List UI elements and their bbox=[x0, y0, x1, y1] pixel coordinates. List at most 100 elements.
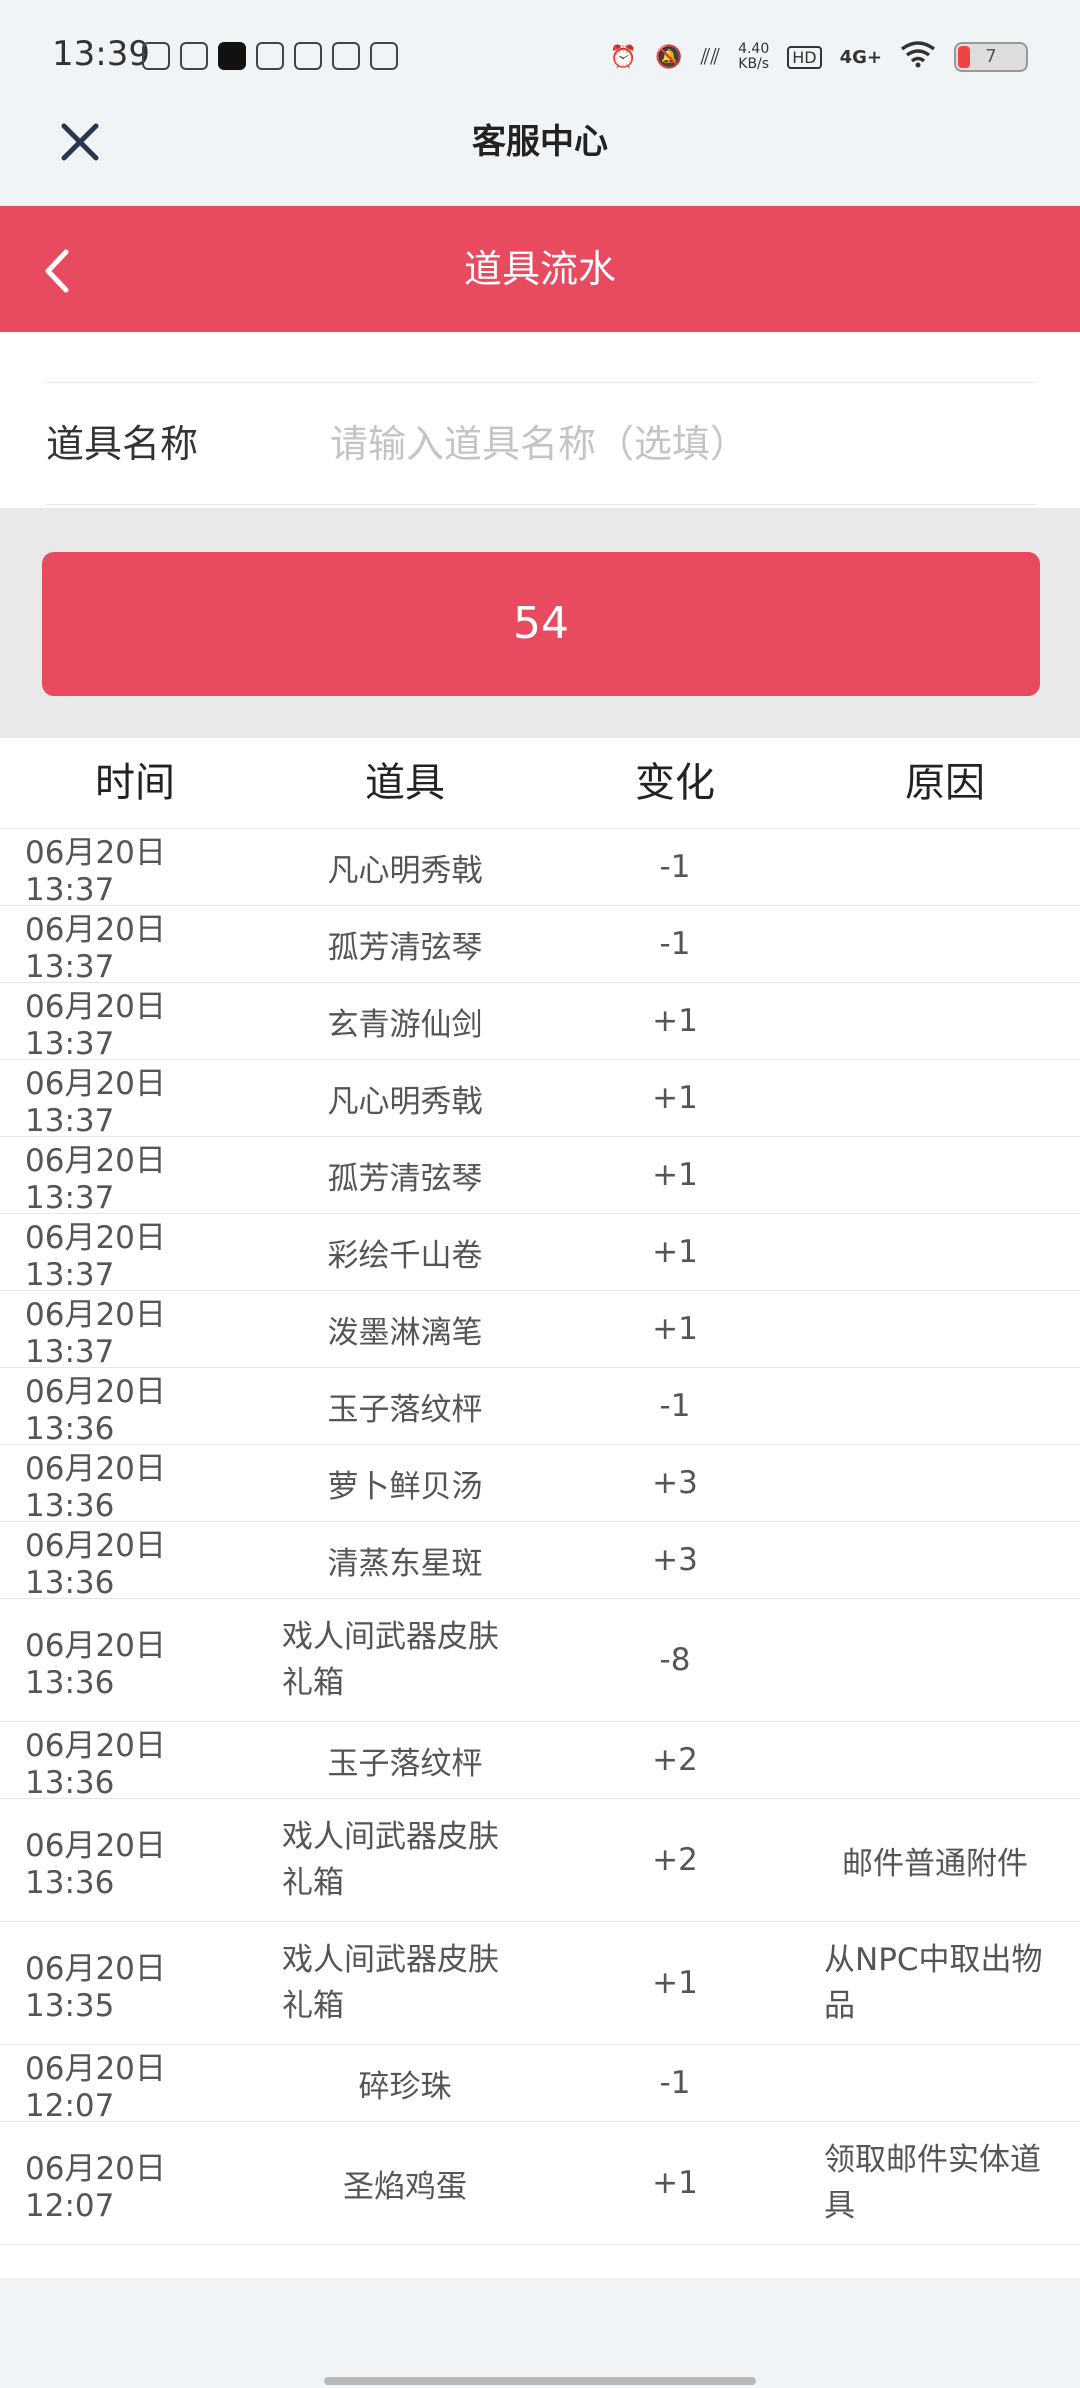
cell-change: +2 bbox=[652, 1742, 698, 1778]
cell-item: 戏人间武器皮肤礼箱 bbox=[282, 1819, 499, 1901]
cell-item: 凡心明秀戟 bbox=[327, 852, 483, 889]
cell-change: -1 bbox=[659, 849, 691, 885]
cell-reason bbox=[810, 906, 1060, 982]
query-button[interactable]: 54 bbox=[42, 552, 1040, 696]
cell-item: 孤芳清弦琴 bbox=[327, 929, 483, 966]
wifi-icon bbox=[900, 40, 936, 74]
nav-bar: 道具流水 bbox=[0, 206, 1080, 332]
cell-time: 06月20日 13:37 bbox=[25, 988, 166, 1062]
app-notification-icon bbox=[332, 42, 360, 70]
item-name-input[interactable] bbox=[330, 414, 1030, 474]
cell-change: -8 bbox=[659, 1642, 691, 1678]
table-row[interactable]: 06月20日 12:07 圣焰鸡蛋 +1 领取邮件实体道具 bbox=[0, 2122, 1080, 2245]
cell-item: 圣焰鸡蛋 bbox=[343, 2168, 467, 2205]
cell-reason bbox=[810, 1599, 1060, 1721]
item-name-label: 道具名称 bbox=[46, 422, 199, 466]
cell-reason bbox=[810, 1291, 1060, 1367]
cell-item: 泼墨淋漓笔 bbox=[327, 1314, 483, 1351]
status-bar: 13:39 ⏰ 🔕 ⫽⫽ 4.40 KB/s HD 4G+ 7 bbox=[0, 0, 1080, 110]
cell-item: 孤芳清弦琴 bbox=[327, 1160, 483, 1197]
table-header: 时间 道具 变化 原因 bbox=[0, 738, 1080, 829]
cell-change: +3 bbox=[652, 1465, 698, 1501]
cell-time: 06月20日 13:37 bbox=[25, 911, 166, 985]
page-title: 客服中心 bbox=[472, 122, 608, 162]
cell-change: -1 bbox=[659, 926, 691, 962]
cell-item: 萝卜鲜贝汤 bbox=[327, 1468, 483, 1505]
table-row[interactable]: 06月20日 13:35 戏人间武器皮肤礼箱 +1 从NPC中取出物品 bbox=[0, 1922, 1080, 2045]
cell-time: 06月20日 13:36 bbox=[25, 1527, 166, 1601]
app-notification-icon bbox=[370, 42, 398, 70]
cell-item: 玉子落纹枰 bbox=[327, 1391, 483, 1428]
app-notification-icon bbox=[142, 42, 170, 70]
notification-icons bbox=[142, 42, 398, 70]
table-row[interactable]: 06月20日 13:37 凡心明秀戟 -1 bbox=[0, 829, 1080, 908]
cell-reason bbox=[810, 2045, 1060, 2121]
cell-item: 玄青游仙剑 bbox=[327, 1006, 483, 1043]
cell-time: 06月20日 13:37 bbox=[25, 1065, 166, 1139]
cell-item: 玉子落纹枰 bbox=[327, 1745, 483, 1782]
cell-time: 06月20日 13:35 bbox=[25, 1950, 166, 2024]
cell-reason bbox=[810, 829, 1060, 905]
cell-reason bbox=[810, 1368, 1060, 1444]
header-reason: 原因 bbox=[905, 760, 985, 806]
cell-item: 清蒸东星斑 bbox=[327, 1545, 483, 1582]
cell-time: 06月20日 13:36 bbox=[25, 1450, 166, 1524]
cell-item: 碎珍珠 bbox=[358, 2068, 452, 2105]
cell-reason bbox=[810, 1522, 1060, 1598]
cell-time: 06月20日 13:37 bbox=[25, 1296, 166, 1370]
header-time: 时间 bbox=[95, 760, 175, 806]
cell-time: 06月20日 13:37 bbox=[25, 834, 166, 908]
cell-time: 06月20日 13:36 bbox=[25, 1727, 166, 1801]
table-row[interactable]: 06月20日 13:37 孤芳清弦琴 -1 bbox=[0, 906, 1080, 985]
cloud-icon bbox=[294, 42, 322, 70]
header-change: 变化 bbox=[635, 760, 715, 806]
item-name-row: 道具名称 bbox=[46, 384, 1036, 505]
net-speed-unit: KB/s bbox=[738, 56, 770, 72]
table-row[interactable]: 06月20日 13:37 玄青游仙剑 +1 bbox=[0, 983, 1080, 1062]
hd-badge: HD bbox=[787, 45, 822, 69]
table-row[interactable]: 06月20日 13:37 孤芳清弦琴 +1 bbox=[0, 1137, 1080, 1216]
table-row[interactable]: 06月20日 12:07 碎珍珠 -1 bbox=[0, 2045, 1080, 2124]
app-header: 客服中心 bbox=[0, 110, 1080, 206]
cell-time: 06月20日 12:07 bbox=[25, 2050, 166, 2124]
table-row[interactable]: 06月20日 13:37 泼墨淋漓笔 +1 bbox=[0, 1291, 1080, 1370]
table-row[interactable]: 06月20日 13:36 玉子落纹枰 +2 bbox=[0, 1722, 1080, 1801]
cell-item: 凡心明秀戟 bbox=[327, 1083, 483, 1120]
cell-change: +1 bbox=[652, 2165, 698, 2201]
cell-reason bbox=[810, 1060, 1060, 1136]
cell-reason: 领取邮件实体道具 bbox=[824, 2142, 1041, 2224]
scrolled-form-row bbox=[46, 332, 1036, 383]
cell-change: -1 bbox=[659, 1388, 691, 1424]
cell-reason bbox=[810, 983, 1060, 1059]
item-flow-table: 时间 道具 变化 原因 06月20日 13:37 凡心明秀戟 -1 06月20日… bbox=[0, 738, 1080, 2278]
home-indicator[interactable] bbox=[324, 2377, 756, 2385]
table-row[interactable]: 06月20日 13:36 萝卜鲜贝汤 +3 bbox=[0, 1445, 1080, 1524]
cell-change: +1 bbox=[652, 1965, 698, 2001]
cell-item: 彩绘千山卷 bbox=[327, 1237, 483, 1274]
cell-time: 06月20日 13:37 bbox=[25, 1219, 166, 1293]
nav-title: 道具流水 bbox=[463, 247, 616, 291]
table-row[interactable]: 06月20日 13:36 戏人间武器皮肤礼箱 +2 邮件普通附件 bbox=[0, 1799, 1080, 1922]
bottom-area bbox=[0, 2278, 1080, 2388]
table-row[interactable]: 06月20日 13:36 玉子落纹枰 -1 bbox=[0, 1368, 1080, 1447]
table-row[interactable]: 06月20日 13:37 彩绘千山卷 +1 bbox=[0, 1214, 1080, 1293]
app-notification-icon bbox=[180, 42, 208, 70]
system-status-icons: ⏰ 🔕 ⫽⫽ 4.40 KB/s HD 4G+ 7 bbox=[610, 40, 1028, 74]
action-area: 54 bbox=[0, 508, 1080, 738]
table-row[interactable]: 06月20日 13:36 戏人间武器皮肤礼箱 -8 bbox=[0, 1599, 1080, 1722]
cell-change: +1 bbox=[652, 1080, 698, 1116]
cell-time: 06月20日 12:07 bbox=[25, 2150, 166, 2224]
net-speed-value: 4.40 bbox=[738, 41, 770, 57]
cell-change: +3 bbox=[652, 1542, 698, 1578]
table-row[interactable]: 06月20日 13:36 清蒸东星斑 +3 bbox=[0, 1522, 1080, 1601]
cell-reason: 邮件普通附件 bbox=[842, 1845, 1028, 1882]
header-item: 道具 bbox=[365, 760, 445, 806]
cell-reason bbox=[810, 1137, 1060, 1213]
cell-change: +1 bbox=[652, 1003, 698, 1039]
cell-item: 戏人间武器皮肤礼箱 bbox=[282, 1619, 499, 1701]
cell-time: 06月20日 13:36 bbox=[25, 1373, 166, 1447]
table-row[interactable]: 06月20日 13:37 凡心明秀戟 +1 bbox=[0, 1060, 1080, 1139]
cell-change: +1 bbox=[652, 1311, 698, 1347]
app-notification-icon bbox=[256, 42, 284, 70]
cell-reason bbox=[810, 1214, 1060, 1290]
